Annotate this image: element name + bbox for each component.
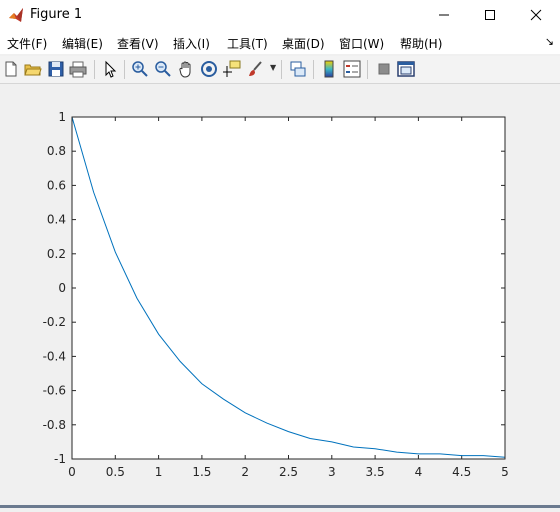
y-tick-label: -0.6 (43, 384, 66, 398)
minimize-button[interactable] (421, 0, 467, 30)
menu-insert[interactable]: 插入(I) (173, 35, 210, 52)
matlab-logo-icon (9, 8, 23, 22)
toolbar-separator (367, 60, 368, 79)
x-tick-label: 1 (155, 465, 163, 479)
axes-background (72, 117, 505, 459)
toolbar-separator (281, 60, 282, 79)
y-tick-label: -0.4 (43, 349, 66, 363)
x-tick-label: 2.5 (279, 465, 298, 479)
x-tick-label: 0 (68, 465, 76, 479)
brush-icon[interactable] (247, 60, 265, 78)
y-tick-label: 0.8 (47, 144, 66, 158)
menu-edit[interactable]: 编辑(E) (62, 35, 103, 52)
y-tick-label: 0.6 (47, 178, 66, 192)
dock-arrow-icon[interactable]: ↘ (545, 35, 554, 48)
line-plot[interactable]: 0 0.5 1 1.5 2 2.5 3 3.5 4 4.5 5 -1 -0.8 -0.6 -0.4 -0.2 0… (0, 84, 560, 508)
edit-plot-arrow-icon[interactable] (101, 60, 119, 78)
zoom-in-icon[interactable] (131, 60, 149, 78)
toolbar-separator (94, 60, 95, 79)
hide-tools-icon[interactable] (375, 60, 393, 78)
link-plot-icon[interactable] (289, 60, 307, 78)
x-tick-label: 1.5 (192, 465, 211, 479)
rotate-3d-icon[interactable] (200, 60, 218, 78)
y-tick-label: 0 (58, 281, 66, 295)
figure-toolbar: ▼ (0, 56, 560, 84)
title-bar: Figure 1 (0, 0, 560, 30)
x-tick-label: 4 (415, 465, 423, 479)
menu-view[interactable]: 查看(V) (117, 35, 159, 52)
close-button[interactable] (513, 0, 559, 30)
y-tick-label: 0.4 (47, 213, 66, 227)
print-icon[interactable] (69, 60, 87, 78)
figure-canvas: 0 0.5 1 1.5 2 2.5 3 3.5 4 4.5 5 -1 -0.8 -0.6 -0.4 -0.2 0… (0, 84, 560, 508)
window-title: Figure 1 (30, 7, 83, 22)
maximize-button[interactable] (467, 0, 513, 30)
toolbar-separator (313, 60, 314, 79)
y-tick-label: 1 (58, 110, 66, 124)
x-tick-label: 0.5 (106, 465, 125, 479)
zoom-out-icon[interactable] (154, 60, 172, 78)
y-tick-label: -0.2 (43, 315, 66, 329)
menu-window[interactable]: 窗口(W) (339, 35, 384, 52)
x-tick-label: 5 (501, 465, 509, 479)
x-tick-label: 4.5 (452, 465, 471, 479)
menu-desktop[interactable]: 桌面(D) (282, 35, 325, 52)
x-tick-label: 3 (328, 465, 336, 479)
new-figure-icon[interactable] (2, 60, 20, 78)
save-icon[interactable] (47, 60, 65, 78)
x-tick-label: 3.5 (366, 465, 385, 479)
y-tick-label: -0.8 (43, 418, 66, 432)
x-tick-label: 2 (241, 465, 249, 479)
minimize-icon (439, 14, 449, 16)
menu-bar: 文件(F) 编辑(E) 查看(V) 插入(I) 工具(T) 桌面(D) 窗口(W… (0, 30, 560, 54)
y-tick-label: -1 (54, 452, 66, 466)
data-cursor-icon[interactable] (223, 60, 241, 78)
menu-tools[interactable]: 工具(T) (227, 35, 268, 52)
menu-help[interactable]: 帮助(H) (400, 35, 442, 52)
open-file-icon[interactable] (24, 60, 42, 78)
close-icon (530, 9, 542, 21)
y-tick-label: 0.2 (47, 247, 66, 261)
menu-file[interactable]: 文件(F) (7, 35, 47, 52)
dock-figure-icon[interactable] (397, 60, 415, 78)
colorbar-icon[interactable] (320, 60, 338, 78)
legend-icon[interactable] (343, 60, 361, 78)
toolbar-separator (124, 60, 125, 79)
maximize-icon (485, 10, 495, 20)
brush-dropdown-icon[interactable]: ▼ (270, 63, 276, 72)
pan-hand-icon[interactable] (177, 60, 195, 78)
